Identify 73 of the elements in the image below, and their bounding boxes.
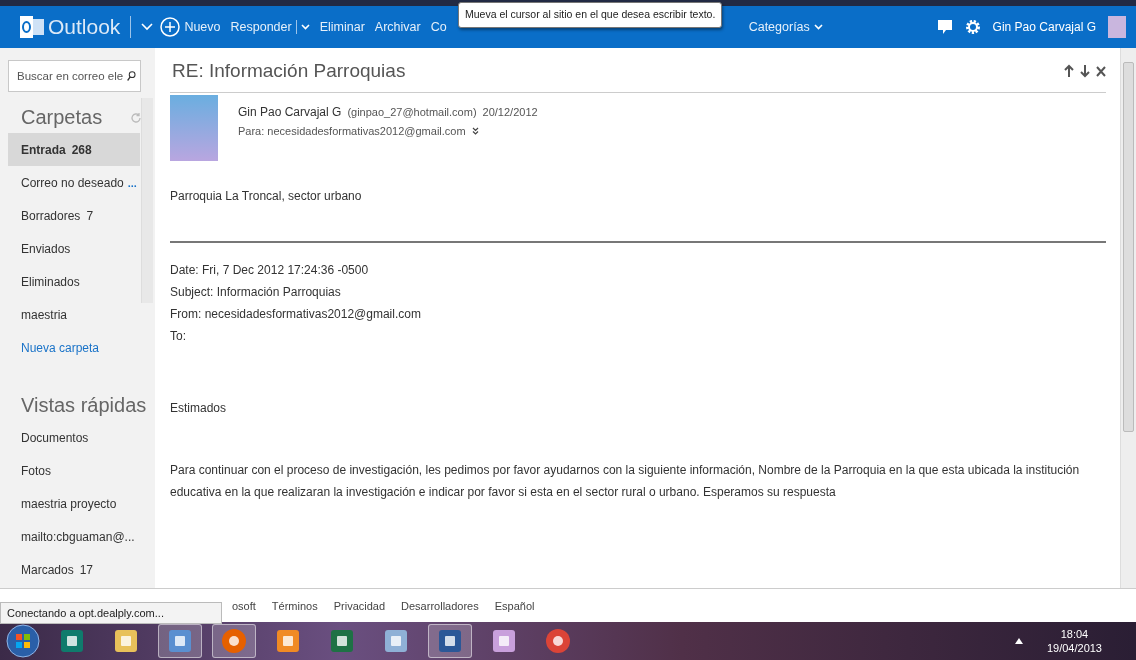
folder-item[interactable]: Enviados — [8, 232, 140, 265]
sender-name[interactable]: Gin Pao Carvajal G — [238, 105, 342, 119]
folder-item[interactable]: Correo no deseado ... — [8, 166, 140, 199]
quick-view-item[interactable]: Documentos — [8, 421, 140, 454]
toolbar-button[interactable]: Responder — [225, 20, 315, 34]
app-icon — [221, 628, 247, 654]
toolbar-button[interactable]: Eliminar — [314, 20, 370, 34]
user-name[interactable]: Gin Pao Carvajal G — [992, 20, 1096, 34]
status-text: Conectando a opt.dealply.com... — [0, 602, 222, 624]
calculator-icon — [383, 628, 409, 654]
app-title: Outlook — [48, 15, 121, 39]
quoted-header: From: necesidadesformativas2012@gmail.com — [170, 306, 422, 323]
taskbar-app-button[interactable] — [158, 624, 202, 658]
triangle-up-icon[interactable] — [1014, 638, 1023, 644]
section-title: Vistas rápidas — [21, 394, 147, 417]
section-title: Carpetas — [21, 106, 103, 129]
outlook-logo-icon — [20, 16, 44, 38]
footer-link[interactable]: Privacidad — [333, 599, 386, 612]
plus-circle-icon — [160, 17, 181, 37]
footer-link[interactable]: Desarrolladores — [401, 599, 479, 612]
start-button-icon[interactable] — [6, 624, 40, 658]
double-chevron-icon[interactable] — [471, 127, 479, 135]
quick-view-item[interactable]: Marcados 17 — [8, 553, 140, 586]
message-date: 20/12/2012 — [482, 106, 538, 118]
quoted-header: Date: Fri, 7 Dec 2012 17:24:36 -0500 — [170, 262, 370, 279]
quick-view-item[interactable]: maestria proyecto — [8, 487, 140, 520]
photo-placeholder — [170, 95, 218, 161]
app-icon — [275, 628, 301, 654]
quick-view-item[interactable]: Fotos — [8, 454, 140, 487]
tooltip: Mueva el cursor al sitio en el que desea escribir texto. — [458, 2, 723, 28]
folder-item[interactable]: Eliminados — [8, 265, 140, 298]
arrow-up-icon[interactable] — [1064, 64, 1074, 78]
chevron-down-icon — [813, 24, 823, 30]
count: 7 — [86, 208, 94, 223]
sender-email: (ginpao_27@hotmail.com) — [347, 106, 477, 118]
greeting: Estimados — [170, 400, 228, 417]
count: 268 — [71, 142, 92, 157]
toolbar-button[interactable]: Co — [425, 20, 452, 34]
app-icon — [437, 628, 463, 654]
app-icon — [329, 628, 355, 654]
search-field[interactable]: Buscar en correo ele — [8, 60, 141, 92]
folder-item[interactable]: Borradores 7 — [8, 199, 140, 232]
message-body: Para continuar con el proceso de investigación, les pedimos por favor ayudarnos con la siguiente información, Nombre de la Parroquia en la que esta ubicada la institución educativa en la que realizaran la investigación e indicar por favor si esta en el sector rural o urbano. Esperamos su respuesta — [170, 462, 1081, 501]
toolbar-button[interactable]: Categorías — [743, 20, 828, 34]
app-icon — [59, 628, 85, 654]
quoted-header: To: — [170, 328, 187, 345]
quoted-header: Subject: Información Parroquias — [170, 284, 342, 301]
taskbar-app-button[interactable] — [428, 624, 472, 658]
count: 17 — [79, 562, 94, 577]
clock[interactable]: 18:04 19/04/2013 — [1046, 628, 1102, 654]
toolbar-button[interactable]: Archivar — [369, 20, 426, 34]
more-indicator: ... — [127, 176, 137, 189]
chevron-down-icon — [300, 24, 310, 30]
quick-view-item[interactable]: mailto:cbguaman@... — [8, 520, 140, 553]
footer-link[interactable]: Términos — [271, 599, 318, 612]
new-button[interactable]: Nuevo — [155, 17, 226, 37]
app-icon — [491, 628, 517, 654]
message-subject: RE: Información Parroquias — [172, 60, 406, 82]
feedback-icon[interactable] — [936, 19, 953, 35]
recipient: Para: necesidadesformativas2012@gmail.com — [238, 125, 466, 137]
close-icon[interactable] — [1096, 64, 1106, 78]
folder-item[interactable]: maestria — [8, 298, 140, 331]
app-icon — [545, 628, 571, 654]
copyright: osoft — [232, 599, 256, 612]
arrow-down-icon[interactable] — [1080, 64, 1090, 78]
settings-icon[interactable] — [964, 19, 981, 35]
footer-link[interactable]: Español — [494, 599, 535, 612]
reply-text: Parroquia La Troncal, sector urbano — [170, 188, 363, 205]
folder-item[interactable]: Entrada 268 — [8, 133, 140, 166]
monitor-icon — [167, 628, 193, 654]
folder-icon — [113, 628, 139, 654]
chevron-down-icon[interactable] — [141, 23, 154, 31]
new-folder-link[interactable]: Nueva carpeta — [8, 331, 140, 364]
